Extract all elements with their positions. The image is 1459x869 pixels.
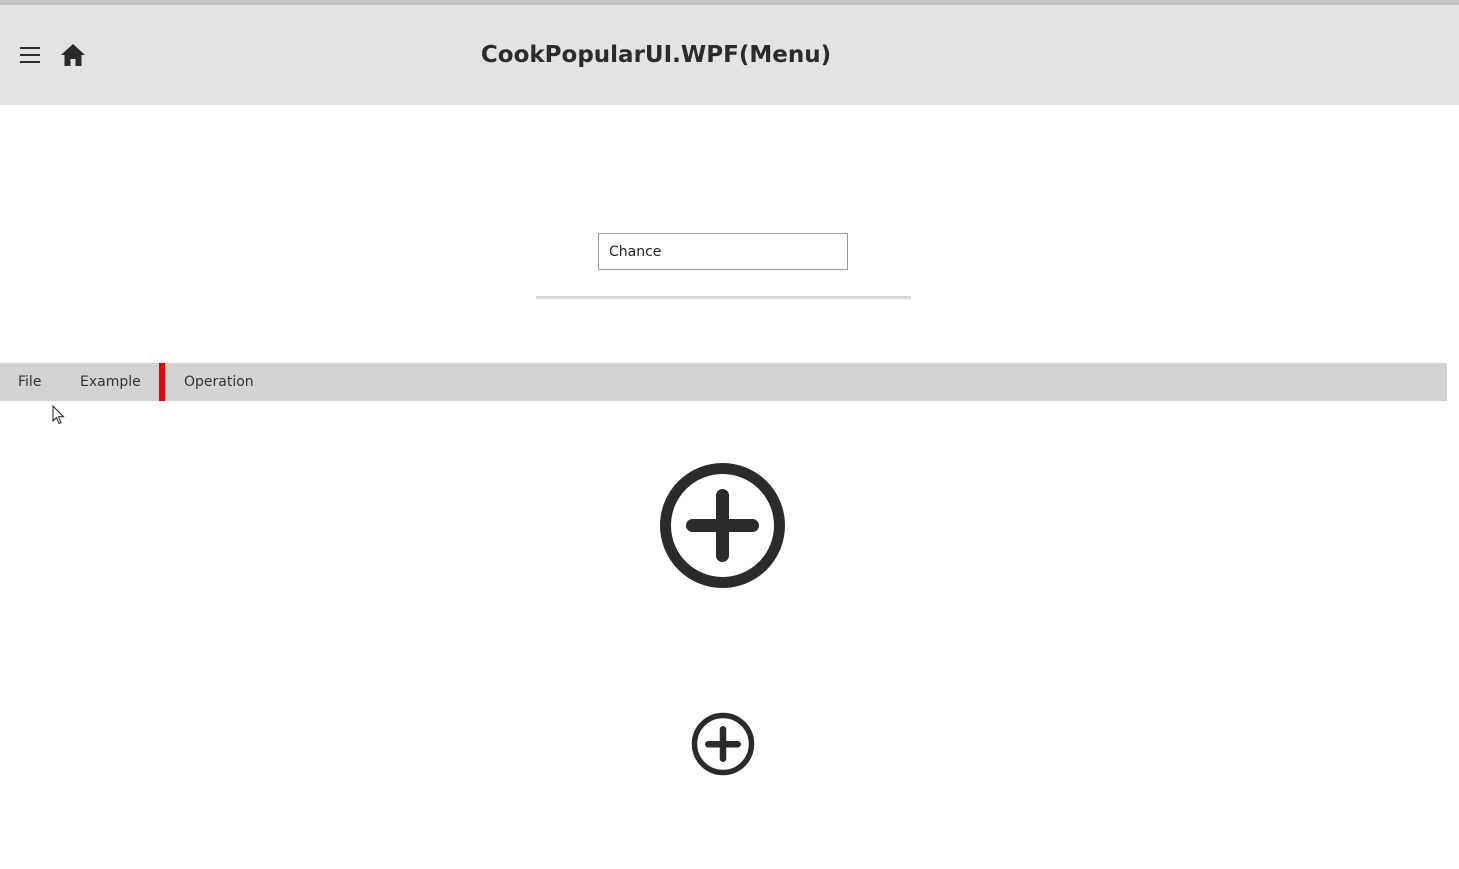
menu-item-operation[interactable]: Operation xyxy=(184,363,254,401)
menu-item-file[interactable]: File xyxy=(18,363,41,401)
menu-separator xyxy=(159,363,165,401)
app-header: CookPopularUI.WPF(Menu) xyxy=(0,5,1459,105)
page-title: CookPopularUI.WPF(Menu) xyxy=(480,42,832,68)
chance-textbox[interactable] xyxy=(598,233,848,270)
add-circle-small-icon[interactable] xyxy=(691,712,755,776)
menu-item-example[interactable]: Example xyxy=(80,363,141,401)
mouse-cursor-icon xyxy=(52,404,66,425)
progress-underline xyxy=(536,296,911,299)
add-circle-icon[interactable] xyxy=(659,462,786,589)
menu-bar: File Example Operation xyxy=(0,363,1447,401)
